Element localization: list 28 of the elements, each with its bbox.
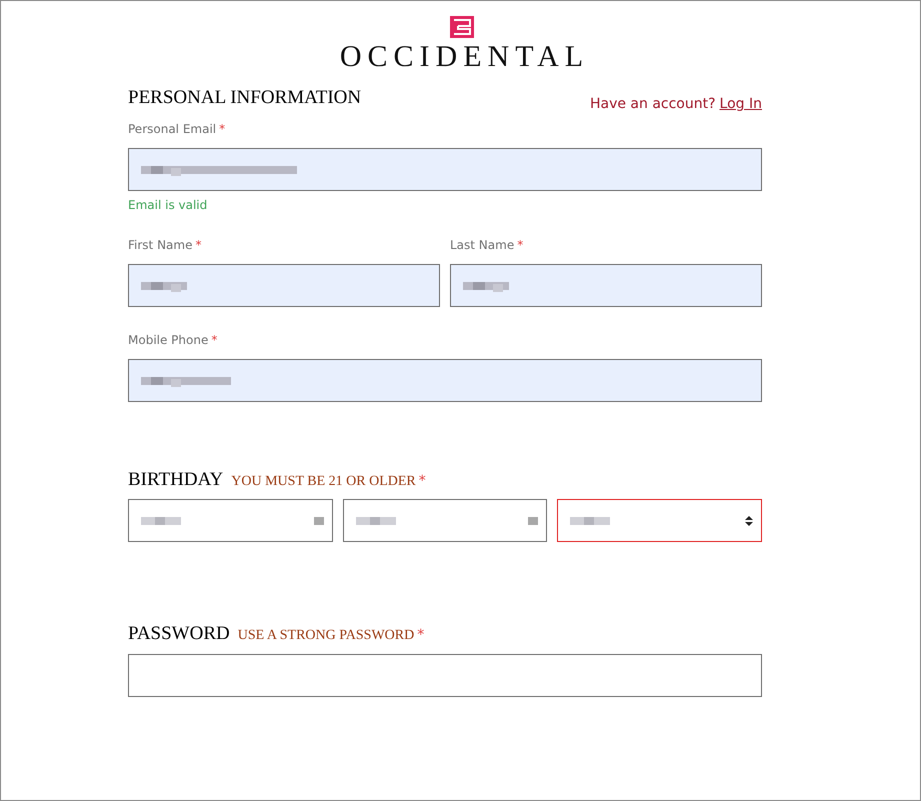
section-title: BIRTHDAY <box>128 468 224 492</box>
required-mark: * <box>211 333 218 347</box>
section-title: PERSONAL INFORMATION <box>128 86 362 110</box>
section-title: PASSWORD <box>128 622 230 646</box>
required-mark: * <box>195 238 202 252</box>
field-label: Personal Email <box>128 122 216 136</box>
input-field[interactable] <box>128 264 440 307</box>
logo-icon <box>450 16 474 38</box>
input-field[interactable] <box>128 148 762 191</box>
field-label: Mobile Phone <box>128 333 208 347</box>
brand-name: OCCIDENTAL <box>338 40 590 74</box>
field-label: First Name <box>128 238 192 252</box>
section-note: YOU MUST BE 21 OR OLDER <box>231 474 416 490</box>
input-field[interactable] <box>450 264 762 307</box>
required-mark: * <box>418 473 426 489</box>
login-link[interactable]: Log In <box>720 96 762 112</box>
password-field[interactable] <box>128 654 762 697</box>
required-mark: * <box>517 238 524 252</box>
validation-message: Email is valid <box>128 198 208 212</box>
select-field[interactable] <box>557 499 762 542</box>
field-label: Last Name <box>450 238 514 252</box>
account-prompt: Have an account? <box>590 96 716 112</box>
select-field[interactable] <box>128 499 333 542</box>
input-field[interactable] <box>128 359 762 402</box>
required-mark: * <box>417 627 424 643</box>
select-field[interactable] <box>342 499 548 542</box>
required-mark: * <box>219 122 226 136</box>
section-note: USE A STRONG PASSWORD <box>238 628 414 644</box>
